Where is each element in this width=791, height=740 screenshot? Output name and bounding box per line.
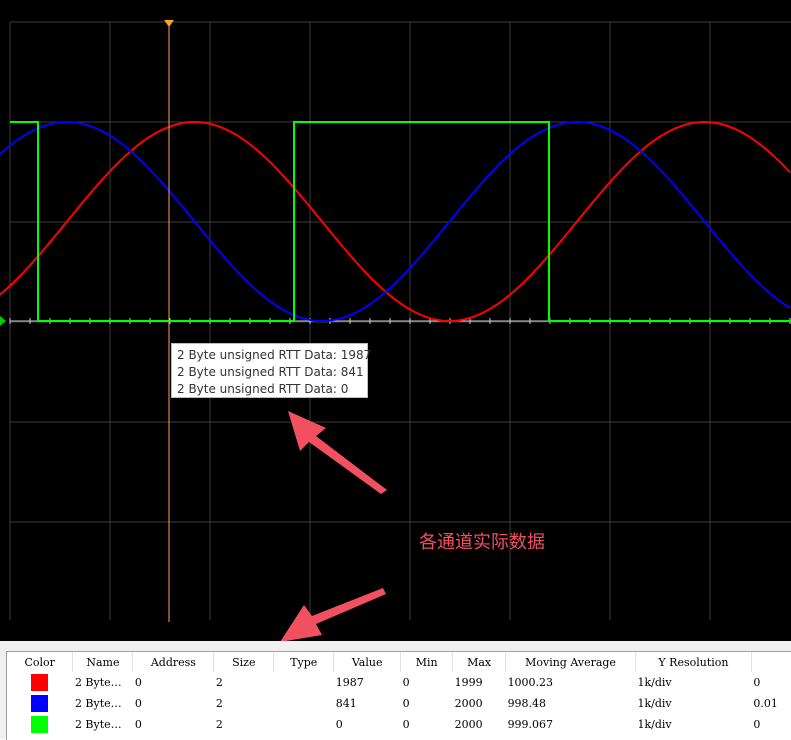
tooltip-line: 2 Byte unsigned RTT Data: 1987 [177,348,372,362]
value-cell: 0 [335,718,343,731]
color-swatch[interactable] [31,695,49,712]
name-cell: 2 Byte… [74,697,122,710]
column-header-address[interactable]: Address [132,652,215,672]
min-cell: 0 [402,718,410,731]
extra-cell: 0 [753,676,761,689]
table-row[interactable]: 2 Byte… 0 2 0 0 2000 999.067 1k/div 0 [7,714,791,735]
size-cell: 2 [215,718,223,731]
channel-table-container: Color Name Address Size Type Value Min M… [6,651,791,740]
column-header-moving-average[interactable]: Moving Average [505,652,636,672]
color-cell[interactable] [7,714,73,735]
max-cell: 2000 [454,718,483,731]
moving-average-cell: 998.48 [507,697,547,710]
address-cell: 0 [134,697,142,710]
tooltip-line: 2 Byte unsigned RTT Data: 0 [177,382,349,396]
type-cell [274,693,334,714]
name-cell: 2 Byte… [74,676,122,689]
extra-cell: 0 [753,718,761,731]
name-cell: 2 Byte… [74,718,122,731]
max-cell: 1999 [454,676,483,689]
min-cell: 0 [402,676,410,689]
table-row[interactable]: 2 Byte… 0 2 1987 0 1999 1000.23 1k/div 0 [7,672,791,693]
value-tooltip: 2 Byte unsigned RTT Data: 1987 2 Byte un… [171,343,372,398]
y-resolution-cell[interactable]: 1k/div [636,672,752,693]
address-cell: 0 [134,718,142,731]
column-header-value[interactable]: Value [333,652,402,672]
y-resolution-cell[interactable]: 1k/div [636,714,752,735]
channel-panel: Color Name Address Size Type Value Min M… [0,641,791,740]
value-cell: 1987 [335,676,364,689]
annotation-label: 各通道实际数据 [419,532,545,553]
tooltip-line: 2 Byte unsigned RTT Data: 841 [177,365,364,379]
color-swatch[interactable] [31,674,49,691]
column-header-y-resolution[interactable]: Y Resolution [635,652,752,672]
trigger-level-marker-icon[interactable] [0,316,6,326]
column-header-min[interactable]: Min [400,652,454,672]
size-cell: 2 [215,697,223,710]
oscilloscope-plot[interactable]: 2 Byte unsigned RTT Data: 1987 2 Byte un… [0,0,791,641]
max-cell: 2000 [454,697,483,710]
min-cell: 0 [402,697,410,710]
column-header-type[interactable]: Type [273,652,335,672]
size-cell: 2 [215,676,223,689]
column-header-name[interactable]: Name [72,652,134,672]
y-resolution-cell[interactable]: 1k/div [636,693,752,714]
column-header-size[interactable]: Size [213,652,275,672]
extra-cell: 0.01 [753,697,778,710]
channel-table: Color Name Address Size Type Value Min M… [7,652,791,735]
type-cell [274,672,334,693]
column-header-extra[interactable] [751,652,791,672]
table-header: Color Name Address Size Type Value Min M… [7,652,791,672]
type-cell [274,714,334,735]
color-swatch[interactable] [31,716,49,733]
column-header-max[interactable]: Max [452,652,507,672]
color-cell[interactable] [7,693,73,714]
moving-average-cell: 1000.23 [507,676,554,689]
moving-average-cell: 999.067 [507,718,554,731]
cursor-marker-icon[interactable] [164,20,174,27]
table-row[interactable]: 2 Byte… 0 2 841 0 2000 998.48 1k/div 0.0… [7,693,791,714]
column-header-color[interactable]: Color [7,652,74,672]
plot-canvas[interactable] [0,0,791,641]
value-cell: 841 [335,697,357,710]
address-cell: 0 [134,676,142,689]
color-cell[interactable] [7,672,73,693]
